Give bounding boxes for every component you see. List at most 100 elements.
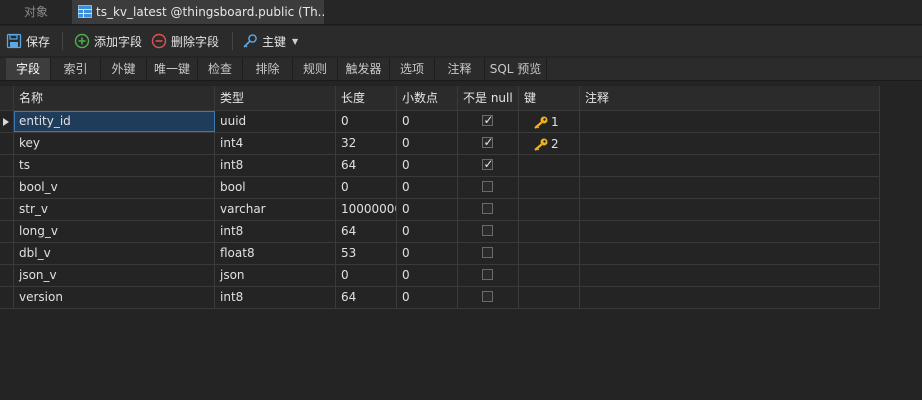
field-name-cell[interactable]: entity_id bbox=[14, 111, 215, 132]
column-header-comment[interactable]: 注释 bbox=[580, 86, 880, 110]
tab-options[interactable]: 选项 bbox=[390, 58, 435, 80]
field-length-cell[interactable]: 0 bbox=[336, 111, 397, 132]
tab-sql-preview[interactable]: SQL 预览 bbox=[485, 58, 547, 80]
field-decimal-cell[interactable]: 0 bbox=[397, 243, 458, 264]
field-type-cell[interactable]: varchar bbox=[215, 199, 336, 220]
field-type-cell[interactable]: int8 bbox=[215, 155, 336, 176]
tab-excludes[interactable]: 排除 bbox=[243, 58, 293, 80]
field-type-cell[interactable]: uuid bbox=[215, 111, 336, 132]
column-header-name[interactable]: 名称 bbox=[14, 86, 215, 110]
not-null-checkbox[interactable] bbox=[482, 203, 493, 214]
not-null-checkbox[interactable]: ✓ bbox=[482, 135, 494, 149]
table-row[interactable]: str_v varchar 10000000 0 bbox=[0, 199, 880, 221]
primary-key-dropdown[interactable]: 主键 ▼ bbox=[242, 26, 298, 56]
field-comment-cell[interactable] bbox=[580, 287, 880, 308]
table-row[interactable]: version int8 64 0 bbox=[0, 287, 880, 309]
field-decimal-cell[interactable]: 0 bbox=[397, 111, 458, 132]
field-decimal-cell[interactable]: 0 bbox=[397, 199, 458, 220]
field-decimal-cell[interactable]: 0 bbox=[397, 287, 458, 308]
field-decimal-cell[interactable]: 0 bbox=[397, 221, 458, 242]
not-null-checkbox[interactable] bbox=[482, 225, 493, 236]
field-length-cell[interactable]: 32 bbox=[336, 133, 397, 154]
tab-triggers[interactable]: 触发器 bbox=[338, 58, 390, 80]
key-cell[interactable]: 2 bbox=[519, 133, 580, 154]
not-null-checkbox[interactable] bbox=[482, 181, 493, 192]
field-name-cell[interactable]: key bbox=[14, 133, 215, 154]
row-gutter[interactable] bbox=[0, 287, 14, 308]
not-null-checkbox[interactable]: ✓ bbox=[482, 113, 494, 127]
field-name-cell[interactable]: ts bbox=[14, 155, 215, 176]
field-type-cell[interactable]: int4 bbox=[215, 133, 336, 154]
table-row[interactable]: json_v json 0 0 bbox=[0, 265, 880, 287]
row-gutter[interactable] bbox=[0, 133, 14, 154]
not-null-checkbox[interactable] bbox=[482, 291, 493, 302]
tab-checks[interactable]: 检查 bbox=[198, 58, 243, 80]
column-header-decimal[interactable]: 小数点 bbox=[397, 86, 458, 110]
field-decimal-cell[interactable]: 0 bbox=[397, 133, 458, 154]
field-length-cell[interactable]: 0 bbox=[336, 265, 397, 286]
delete-field-button[interactable]: 删除字段 bbox=[151, 26, 219, 56]
field-length-cell[interactable]: 64 bbox=[336, 221, 397, 242]
row-gutter[interactable] bbox=[0, 221, 14, 242]
column-header-not-null[interactable]: 不是 null bbox=[458, 86, 519, 110]
field-length-cell[interactable]: 53 bbox=[336, 243, 397, 264]
field-comment-cell[interactable] bbox=[580, 243, 880, 264]
field-length-cell[interactable]: 10000000 bbox=[336, 199, 397, 220]
row-gutter[interactable] bbox=[0, 199, 14, 220]
key-cell[interactable] bbox=[519, 287, 580, 308]
field-type-cell[interactable]: bool bbox=[215, 177, 336, 198]
field-type-cell[interactable]: json bbox=[215, 265, 336, 286]
field-length-cell[interactable]: 64 bbox=[336, 155, 397, 176]
table-row[interactable]: key int4 32 0 ✓ 2 bbox=[0, 133, 880, 155]
row-gutter[interactable] bbox=[0, 111, 14, 132]
tab-table-design[interactable]: ts_kv_latest @thingsboard.public (Th... bbox=[72, 0, 324, 24]
tab-indexes[interactable]: 索引 bbox=[51, 58, 101, 80]
field-type-cell[interactable]: float8 bbox=[215, 243, 336, 264]
field-type-cell[interactable]: int8 bbox=[215, 287, 336, 308]
field-decimal-cell[interactable]: 0 bbox=[397, 265, 458, 286]
table-row[interactable]: entity_id uuid 0 0 ✓ 1 bbox=[0, 111, 880, 133]
tab-unique-keys[interactable]: 唯一键 bbox=[147, 58, 198, 80]
field-decimal-cell[interactable]: 0 bbox=[397, 155, 458, 176]
key-cell[interactable]: 1 bbox=[519, 111, 580, 132]
add-field-button[interactable]: 添加字段 bbox=[74, 26, 142, 56]
row-gutter[interactable] bbox=[0, 243, 14, 264]
field-comment-cell[interactable] bbox=[580, 111, 880, 132]
table-row[interactable]: long_v int8 64 0 bbox=[0, 221, 880, 243]
column-header-key[interactable]: 键 bbox=[519, 86, 580, 110]
field-name-cell[interactable]: json_v bbox=[14, 265, 215, 286]
column-header-type[interactable]: 类型 bbox=[215, 86, 336, 110]
field-type-cell[interactable]: int8 bbox=[215, 221, 336, 242]
field-length-cell[interactable]: 64 bbox=[336, 287, 397, 308]
row-gutter[interactable] bbox=[0, 155, 14, 176]
table-row[interactable]: dbl_v float8 53 0 bbox=[0, 243, 880, 265]
field-comment-cell[interactable] bbox=[580, 177, 880, 198]
key-cell[interactable] bbox=[519, 177, 580, 198]
key-cell[interactable] bbox=[519, 155, 580, 176]
not-null-checkbox[interactable]: ✓ bbox=[482, 157, 494, 171]
table-row[interactable]: ts int8 64 0 ✓ bbox=[0, 155, 880, 177]
field-comment-cell[interactable] bbox=[580, 133, 880, 154]
not-null-checkbox[interactable] bbox=[482, 269, 493, 280]
field-name-cell[interactable]: dbl_v bbox=[14, 243, 215, 264]
field-length-cell[interactable]: 0 bbox=[336, 177, 397, 198]
field-comment-cell[interactable] bbox=[580, 265, 880, 286]
column-header-length[interactable]: 长度 bbox=[336, 86, 397, 110]
key-cell[interactable] bbox=[519, 199, 580, 220]
row-gutter[interactable] bbox=[0, 177, 14, 198]
field-comment-cell[interactable] bbox=[580, 221, 880, 242]
key-cell[interactable] bbox=[519, 265, 580, 286]
tab-foreign-keys[interactable]: 外键 bbox=[101, 58, 147, 80]
row-gutter[interactable] bbox=[0, 265, 14, 286]
table-row[interactable]: bool_v bool 0 0 bbox=[0, 177, 880, 199]
field-name-cell[interactable]: bool_v bbox=[14, 177, 215, 198]
field-comment-cell[interactable] bbox=[580, 155, 880, 176]
field-name-cell[interactable]: str_v bbox=[14, 199, 215, 220]
key-cell[interactable] bbox=[519, 221, 580, 242]
not-null-checkbox[interactable] bbox=[482, 247, 493, 258]
field-name-cell[interactable]: long_v bbox=[14, 221, 215, 242]
key-cell[interactable] bbox=[519, 243, 580, 264]
tab-rules[interactable]: 规则 bbox=[293, 58, 338, 80]
tab-comment[interactable]: 注释 bbox=[435, 58, 485, 80]
field-name-cell[interactable]: version bbox=[14, 287, 215, 308]
